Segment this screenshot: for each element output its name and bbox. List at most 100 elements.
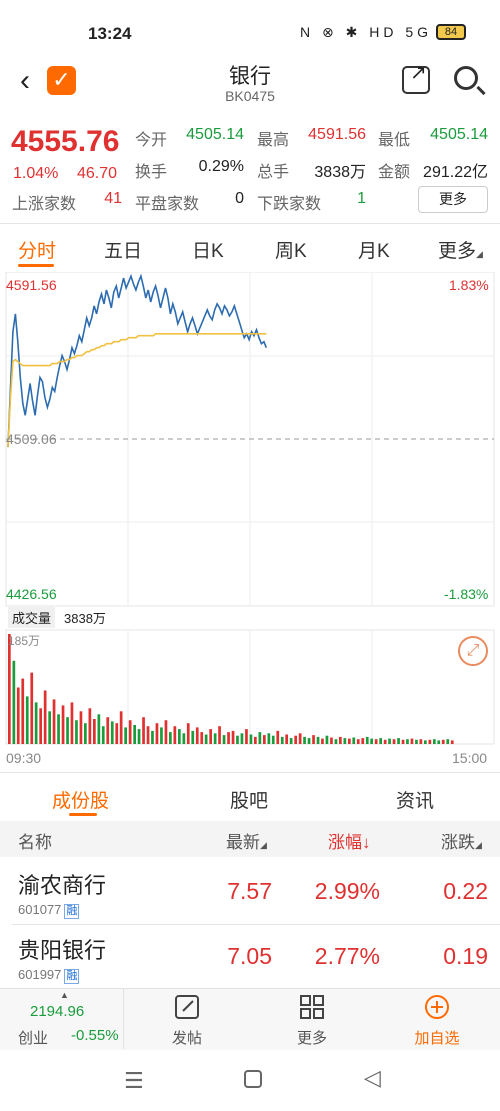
sort-icon: ◢ [475, 840, 482, 850]
volume-bar [101, 726, 105, 744]
volume-bar [437, 740, 441, 744]
volume-bar [334, 739, 338, 744]
stock-change: 0.19 [443, 943, 488, 969]
volume-bar [115, 723, 119, 744]
volume-bar [339, 736, 342, 744]
share-icon[interactable] [402, 60, 430, 94]
tab-news[interactable]: 资讯 [396, 786, 434, 813]
up-count-label: 上涨家数 [12, 196, 77, 213]
volume-bar [119, 711, 123, 744]
status-bar: 13:24 N ⊗ ✱ HD 5G ıll 84 [0, 0, 500, 58]
volume-bar [61, 705, 65, 744]
system-nav-bar: ☰ ◁ [0, 1050, 500, 1111]
col-latest[interactable]: 最新◢ [226, 828, 267, 853]
tab-components[interactable]: 成份股 [52, 786, 109, 813]
volume-bar [30, 672, 34, 744]
triangle-down-icon: ◢ [476, 249, 483, 259]
turnover-value: 0.29% [198, 158, 244, 175]
volume-bar [307, 738, 311, 744]
margin-badge: 融 [64, 969, 80, 984]
volume-bar [254, 736, 257, 744]
stock-change: 0.22 [443, 878, 488, 904]
volume-bar [200, 732, 204, 744]
chart-low-pct: -1.83% [444, 586, 489, 602]
volume-bar [16, 687, 20, 744]
components-tab-indicator [69, 813, 97, 816]
volume-bar [263, 735, 266, 744]
index-value: 2194.96 [30, 1003, 85, 1020]
tab-intraday[interactable]: 分时 [18, 236, 56, 263]
tab-weekly-k[interactable]: 周K [275, 236, 307, 263]
stock-code-value: 601997 [18, 967, 62, 982]
volume-bar [186, 723, 190, 744]
volume-bar [298, 733, 302, 744]
volume-bar [52, 699, 56, 744]
tab-forum[interactable]: 股吧 [230, 786, 268, 813]
volume-bar [316, 736, 320, 744]
tab-more[interactable]: 更多◢ [438, 236, 483, 263]
volume-bar [79, 711, 83, 744]
search-icon[interactable] [454, 66, 478, 90]
volume-bar [325, 735, 329, 744]
add-watchlist-button[interactable]: 加自选 [407, 1027, 467, 1048]
volume-bar [21, 678, 25, 744]
flat-count-value: 0 [235, 190, 244, 207]
stock-latest: 7.57 [227, 878, 272, 904]
table-row[interactable]: 贵阳银行 601997 融 7.05 2.77% 0.19 [0, 925, 500, 988]
chart-grid [5, 272, 495, 745]
col-change[interactable]: 涨跌◢ [441, 828, 482, 853]
grid-icon[interactable] [299, 994, 325, 1020]
volume-bar [365, 736, 369, 744]
price-line [7, 273, 268, 448]
volume-bar [276, 730, 280, 744]
volume-bar [8, 634, 11, 744]
volume-bar [383, 739, 387, 744]
volume-bar [258, 732, 262, 744]
edit-icon[interactable] [174, 994, 200, 1020]
post-button[interactable]: 发帖 [157, 1027, 217, 1048]
open-label: 今开 [135, 132, 168, 149]
volume-bar [450, 740, 454, 744]
volume-bar [93, 719, 96, 744]
volume-total: 3838万 [64, 611, 106, 626]
volume-bar [124, 727, 127, 744]
volume-bar [84, 723, 87, 744]
table-row[interactable]: 渝农商行 601077 融 7.57 2.99% 0.22 [0, 858, 500, 924]
chart-end-time: 15:00 [452, 750, 488, 766]
volume-bar [428, 739, 432, 744]
tab-daily-k[interactable]: 日K [192, 236, 224, 263]
volume-label: 总手 [257, 164, 290, 181]
volume-bar [213, 733, 217, 744]
volume-bar [70, 702, 74, 744]
more-button[interactable]: 更多 [282, 1027, 342, 1048]
stock-code: 601077 融 [18, 902, 80, 919]
menu-icon[interactable]: ☰ [124, 1068, 144, 1094]
volume-bar [330, 737, 333, 744]
volume-bar [406, 739, 409, 744]
amount-value: 291.22亿 [423, 164, 488, 181]
chart-high-pct: 1.83% [449, 277, 489, 293]
home-icon[interactable] [244, 1070, 262, 1088]
volume-bar [155, 723, 159, 744]
volume-bar [12, 660, 16, 744]
col-pct[interactable]: 涨幅↓ [328, 828, 371, 853]
turnover-label: 换手 [135, 164, 168, 181]
volume-bar [285, 734, 288, 744]
more-stats-button[interactable]: 更多 [418, 186, 488, 213]
add-circle-icon[interactable] [424, 994, 450, 1020]
volume-bar [195, 727, 199, 744]
change-amount: 46.70 [77, 165, 118, 182]
current-price: 4555.76 [11, 125, 120, 158]
volume-bar [164, 720, 168, 744]
intraday-chart[interactable] [0, 272, 500, 772]
expand-icon[interactable]: ⤢ [458, 636, 488, 666]
volume-bar [410, 738, 414, 744]
tab-five-day[interactable]: 五日 [104, 236, 142, 263]
back-nav-icon[interactable]: ◁ [364, 1065, 381, 1091]
stock-latest: 7.05 [227, 943, 272, 969]
volume-bar [419, 739, 423, 744]
volume-bar [160, 727, 163, 744]
tab-monthly-k[interactable]: 月K [358, 236, 390, 263]
volume-bar [352, 737, 356, 744]
low-value: 4505.14 [430, 126, 488, 143]
